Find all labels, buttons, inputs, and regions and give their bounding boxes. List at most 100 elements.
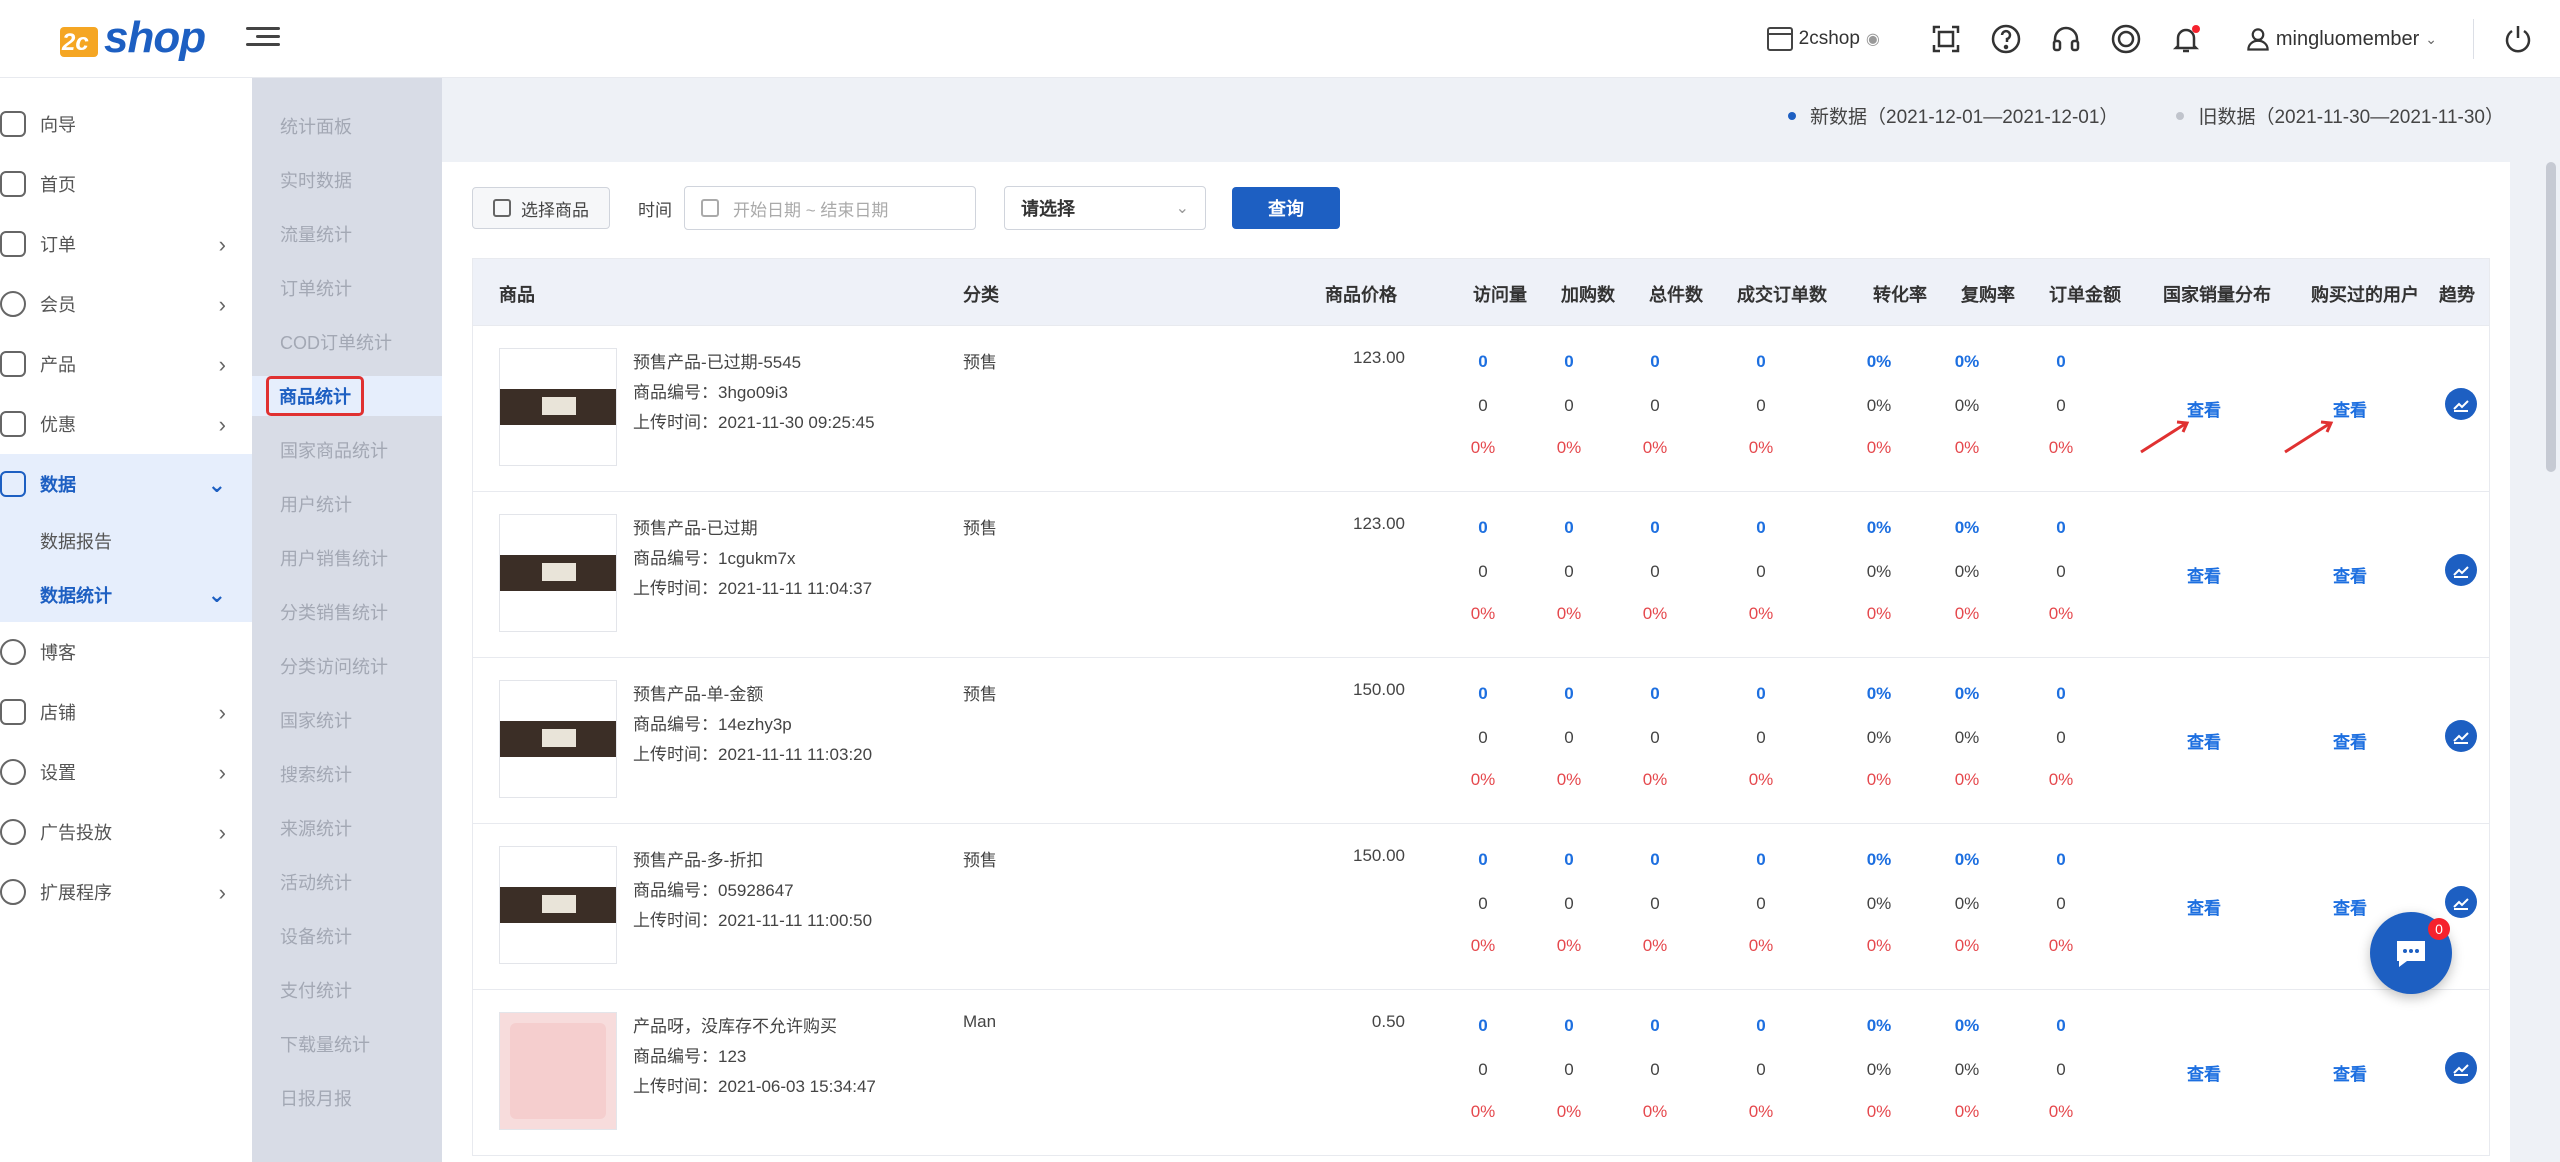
sidebar-sub-data-stats[interactable]: 数据统计 ⌄: [0, 568, 252, 622]
submenu-item[interactable]: COD订单统计: [252, 322, 442, 362]
sidebar-item-orders[interactable]: 订单 ›: [0, 214, 252, 274]
metric-old: 0: [1650, 728, 1660, 747]
submenu-item[interactable]: 国家统计: [252, 700, 442, 740]
help-icon[interactable]: [1990, 23, 2022, 55]
product-info: 产品呀，没库存不允许购买 商品编号：123 上传时间：2021-06-03 15:3…: [633, 1012, 876, 1102]
sidebar-item-store[interactable]: 店铺 ›: [0, 682, 252, 742]
submenu-item[interactable]: 订单统计: [252, 268, 442, 308]
submenu-item[interactable]: 流量统计: [252, 214, 442, 254]
metric-old: 0: [1478, 1060, 1488, 1079]
eye-icon[interactable]: ◉: [1866, 29, 1880, 49]
chat-button[interactable]: 0: [2370, 912, 2452, 994]
query-button[interactable]: 查询: [1232, 187, 1340, 229]
metric-change: 0%: [1748, 936, 1774, 955]
submenu-item[interactable]: 国家商品统计: [252, 430, 442, 470]
metric-new: 0: [1650, 518, 1660, 537]
metric-change: 0%: [1556, 438, 1582, 457]
product-thumbnail[interactable]: [499, 680, 617, 798]
sidebar-sub-data-report[interactable]: 数据报告: [0, 514, 252, 568]
metric-change: 0%: [1556, 770, 1582, 789]
product-name[interactable]: 产品呀，没库存不允许购买: [633, 1012, 876, 1042]
product-name[interactable]: 预售产品-已过期: [633, 514, 872, 544]
product-icon: [0, 351, 26, 377]
product-thumbnail[interactable]: [499, 1012, 617, 1130]
currency-icon[interactable]: [2110, 23, 2142, 55]
view-country-sales-link[interactable]: 查看: [2187, 562, 2221, 587]
metric-change: 0%: [1642, 770, 1668, 789]
view-buyers-link[interactable]: 查看: [2333, 1060, 2367, 1085]
sidebar-item-settings[interactable]: 设置 ›: [0, 742, 252, 802]
product-name[interactable]: 预售产品-多-折扣: [633, 846, 872, 876]
metric-change: 0%: [1954, 604, 1980, 623]
view-country-sales-link[interactable]: 查看: [2187, 1060, 2221, 1085]
discount-icon: [0, 411, 26, 437]
select-product-button[interactable]: 选择商品: [472, 187, 610, 229]
logo[interactable]: 2c shop: [56, 6, 206, 70]
trend-chart-icon[interactable]: [2445, 388, 2477, 420]
scan-icon[interactable]: [1930, 23, 1962, 55]
view-country-sales-link[interactable]: 查看: [2187, 894, 2221, 919]
submenu-item[interactable]: 下载量统计: [252, 1024, 442, 1064]
sidebar-item-home[interactable]: 首页: [0, 154, 252, 214]
sidebar-item-members[interactable]: 会员 ›: [0, 274, 252, 334]
submenu-item[interactable]: 支付统计: [252, 970, 442, 1010]
view-country-sales-link[interactable]: 查看: [2187, 728, 2221, 753]
menu-collapse-icon[interactable]: [246, 22, 280, 56]
product-name[interactable]: 预售产品-已过期-5545: [633, 348, 875, 378]
submenu-item[interactable]: 商品统计: [252, 376, 442, 416]
view-buyers-link[interactable]: 查看: [2333, 894, 2367, 919]
submenu-item[interactable]: 统计面板: [252, 106, 442, 146]
data-legend: 新数据（2021-12-01—2021-12-01） 旧数据（2021-11-3…: [1730, 102, 2504, 129]
logo-mark: 2c: [56, 15, 102, 61]
submenu-item[interactable]: 设备统计: [252, 916, 442, 956]
metric-change: 0%: [1470, 770, 1496, 789]
trend-chart-icon[interactable]: [2445, 554, 2477, 586]
scrollbar[interactable]: [2546, 162, 2556, 472]
trend-chart-icon[interactable]: [2445, 720, 2477, 752]
metric-change: 0%: [1642, 936, 1668, 955]
submenu-item[interactable]: 分类访问统计: [252, 646, 442, 686]
bell-icon[interactable]: [2170, 23, 2202, 55]
sidebar-item-ads[interactable]: 广告投放 ›: [0, 802, 252, 862]
sidebar-item-discounts[interactable]: 优惠 ›: [0, 394, 252, 454]
date-range-input[interactable]: 开始日期 ~ 结束日期: [684, 186, 976, 230]
product-name[interactable]: 预售产品-单-金额: [633, 680, 872, 710]
metric-old: 0%: [1954, 396, 1980, 415]
shop-selector[interactable]: 2cshop ◉: [1766, 27, 1880, 51]
submenu-item[interactable]: 来源统计: [252, 808, 442, 848]
view-buyers-link[interactable]: 查看: [2333, 728, 2367, 753]
submenu-item[interactable]: 日报月报: [252, 1078, 442, 1118]
view-buyers-link[interactable]: 查看: [2333, 562, 2367, 587]
sidebar-item-products[interactable]: 产品 ›: [0, 334, 252, 394]
top-header: 2c shop 2cshop ◉ mingluomember ⌄: [0, 0, 2560, 78]
user-icon: [2247, 28, 2269, 51]
table-row: 预售产品-单-金额 商品编号：14ezhy3p 上传时间：2021-11-11 11…: [473, 657, 2489, 823]
metric-new: 0: [1478, 1016, 1488, 1035]
submenu-item[interactable]: 实时数据: [252, 160, 442, 200]
header-toolbar: 2cshop ◉ mingluomember ⌄: [1766, 0, 2560, 78]
metric-change: 0%: [1642, 438, 1668, 457]
metric-change: 0%: [1470, 438, 1496, 457]
submenu-item[interactable]: 用户销售统计: [252, 538, 442, 578]
submenu-item[interactable]: 搜索统计: [252, 754, 442, 794]
sidebar-item-blog[interactable]: 博客: [0, 622, 252, 682]
product-info: 预售产品-多-折扣 商品编号：05928647 上传时间：2021-11-11 11…: [633, 846, 872, 936]
trend-chart-icon[interactable]: [2445, 886, 2477, 918]
metric-old: 0: [2056, 396, 2066, 415]
trend-chart-icon[interactable]: [2445, 1052, 2477, 1084]
submenu-item[interactable]: 用户统计: [252, 484, 442, 524]
power-icon[interactable]: [2502, 23, 2534, 55]
submenu-item[interactable]: 活动统计: [252, 862, 442, 902]
sidebar-item-extensions[interactable]: 扩展程序 ›: [0, 862, 252, 922]
user-menu[interactable]: mingluomember ⌄: [2244, 25, 2437, 53]
headset-icon[interactable]: [2050, 23, 2082, 55]
metric-old: 0%: [1954, 562, 1980, 581]
product-thumbnail[interactable]: [499, 846, 617, 964]
product-thumbnail[interactable]: [499, 348, 617, 466]
sidebar-item-guide[interactable]: 向导: [0, 94, 252, 154]
submenu-item[interactable]: 分类销售统计: [252, 592, 442, 632]
sidebar-item-data[interactable]: 数据 ⌄: [0, 454, 252, 514]
product-thumbnail[interactable]: [499, 514, 617, 632]
filter-select[interactable]: 请选择 ⌄: [1004, 186, 1206, 230]
metric-new: 0: [1564, 684, 1574, 703]
